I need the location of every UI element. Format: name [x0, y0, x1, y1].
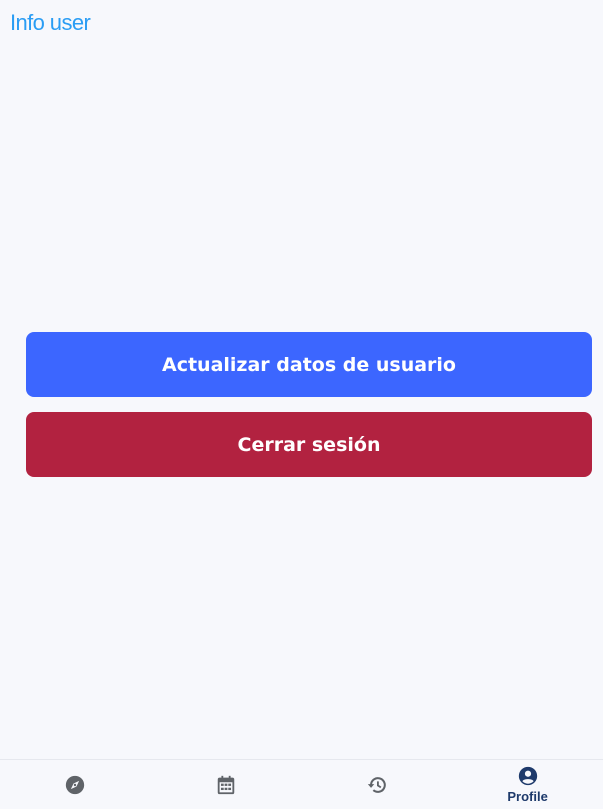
nav-item-history[interactable] — [302, 760, 453, 809]
app-screen: Info user Actualizar datos de usuario Ce… — [0, 0, 603, 809]
nav-label-profile: Profile — [507, 788, 548, 804]
nav-item-calendar[interactable] — [151, 760, 302, 809]
update-user-data-button[interactable]: Actualizar datos de usuario — [26, 332, 592, 397]
compass-icon — [64, 774, 86, 796]
account-circle-icon — [517, 765, 539, 787]
calendar-icon — [215, 774, 237, 796]
nav-item-explore[interactable] — [0, 760, 151, 809]
nav-item-profile[interactable]: Profile — [452, 760, 603, 809]
history-icon — [366, 774, 388, 796]
page-title: Info user — [10, 10, 91, 35]
logout-button[interactable]: Cerrar sesión — [26, 412, 592, 477]
bottom-navigation: Profile — [0, 759, 603, 809]
logout-label: Cerrar sesión — [237, 433, 381, 456]
update-user-data-label: Actualizar datos de usuario — [162, 353, 456, 376]
